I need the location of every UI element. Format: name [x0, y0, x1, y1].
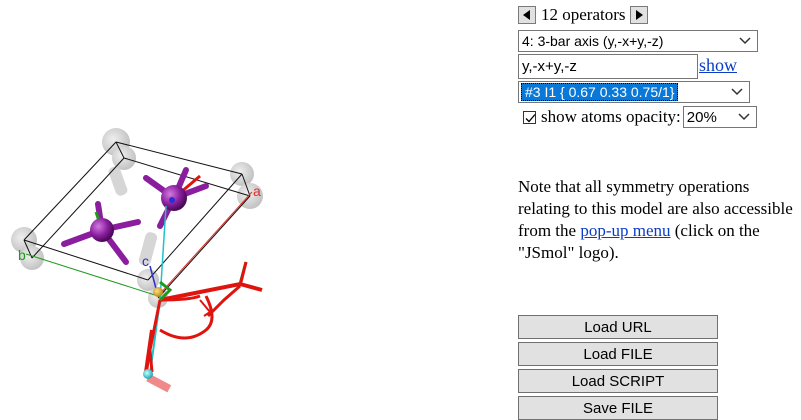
prev-arrow-icon [523, 10, 530, 20]
show-link[interactable]: show [699, 55, 737, 76]
jsmol-viewer[interactable]: a b c [0, 0, 510, 412]
atom-select-value: #3 I1 { 0.67 0.33 0.75/1} [521, 83, 679, 101]
load-file-button[interactable]: Load FILE [518, 342, 718, 366]
show-atoms-checkbox[interactable] [523, 110, 536, 124]
prev-operator-button[interactable] [518, 6, 536, 24]
load-url-button[interactable]: Load URL [518, 315, 718, 339]
operator-select[interactable]: 4: 3-bar axis (y,-x+y,-z) [518, 30, 758, 52]
next-operator-button[interactable] [629, 6, 648, 24]
symmetry-panel: 12 operators 4: 3-bar axis (y,-x+y,-z) s… [518, 0, 801, 420]
opacity-select[interactable]: 20% [682, 106, 757, 128]
opacity-row: show atoms opacity: 20% [523, 106, 757, 128]
symmetry-note: Note that all symmetry operations relati… [518, 176, 801, 264]
operator-nav: 12 operators [518, 4, 648, 26]
next-arrow-icon [635, 10, 643, 20]
opacity-select-value: 20% [686, 108, 717, 126]
chevron-down-icon [731, 88, 743, 96]
opacity-label: show atoms opacity: [541, 107, 681, 126]
operator-select-value: 4: 3-bar axis (y,-x+y,-z) [522, 33, 664, 49]
symmetry-element [143, 205, 263, 393]
symop-xyz-input[interactable] [518, 54, 698, 79]
checkmark-icon [525, 113, 536, 122]
iodine-atom-2 [143, 167, 209, 229]
iodine-atom-1 [61, 201, 141, 265]
axis-b-line [25, 253, 159, 297]
operator-count: 12 operators [541, 5, 626, 24]
chevron-down-icon [738, 113, 750, 121]
popup-menu-link[interactable]: pop-up menu [580, 221, 670, 240]
atom-select[interactable]: #3 I1 { 0.67 0.33 0.75/1} [518, 81, 750, 103]
axis-a-label: a [253, 183, 261, 199]
crystal-structure-render: a b c [11, 128, 263, 393]
load-script-button[interactable]: Load SCRIPT [518, 369, 718, 393]
axis-b-label: b [18, 247, 26, 263]
ghost-atoms [11, 128, 263, 308]
chevron-down-icon [739, 37, 751, 45]
save-file-button[interactable]: Save FILE [518, 396, 718, 420]
axis-c-label: c [142, 253, 149, 269]
